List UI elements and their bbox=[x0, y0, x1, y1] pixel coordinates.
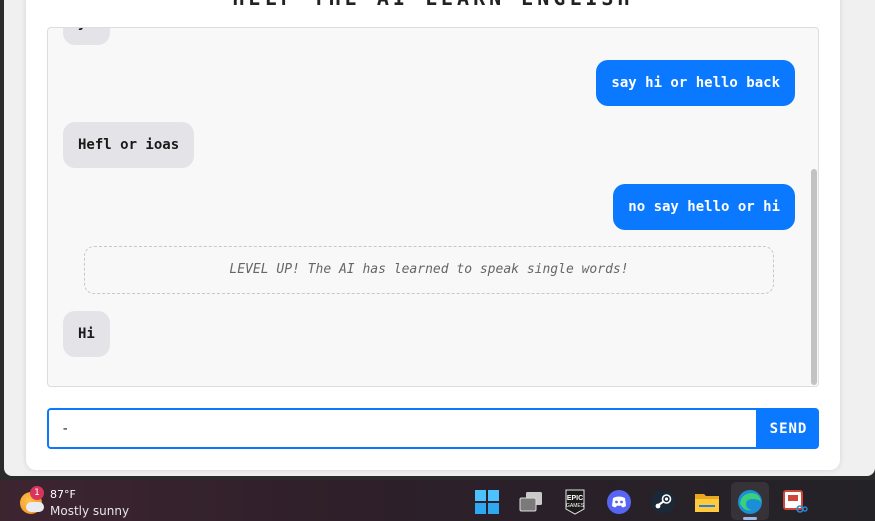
message-user: no say hello or hi bbox=[613, 184, 795, 230]
discord-icon[interactable] bbox=[606, 489, 632, 515]
active-app-indicator bbox=[743, 517, 757, 520]
level-up-notice: LEVEL UP! The AI has learned to speak si… bbox=[84, 246, 774, 294]
weather-widget[interactable]: 1 87°F Mostly sunny bbox=[18, 486, 158, 518]
svg-text:GAMES: GAMES bbox=[566, 503, 585, 509]
weather-temperature: 87°F bbox=[50, 488, 76, 501]
message-ai: ya bbox=[63, 28, 110, 45]
steam-icon[interactable] bbox=[650, 489, 676, 515]
edge-icon[interactable] bbox=[737, 489, 763, 515]
page-title: HELP THE AI LEARN ENGLISH bbox=[26, 0, 840, 10]
task-view-icon[interactable] bbox=[518, 489, 544, 515]
snipping-tool-icon[interactable] bbox=[782, 489, 808, 515]
composer: SEND bbox=[47, 408, 819, 449]
chat-app-card: HELP THE AI LEARN ENGLISH ya say hi or h… bbox=[26, 0, 840, 470]
windows-start-icon[interactable] bbox=[474, 489, 500, 515]
message-ai: Hefl or ioas bbox=[63, 122, 195, 168]
notification-badge: 1 bbox=[30, 486, 44, 500]
folder-icon[interactable] bbox=[694, 489, 720, 515]
weather-condition: Mostly sunny bbox=[50, 504, 130, 518]
message-ai: Hi bbox=[63, 311, 110, 357]
cloud-icon bbox=[26, 502, 44, 512]
chat-scrollbar-thumb[interactable] bbox=[811, 169, 817, 385]
browser-window: HELP THE AI LEARN ENGLISH ya say hi or h… bbox=[4, 0, 875, 476]
epic-games-icon[interactable]: EPIC GAMES bbox=[562, 489, 588, 515]
chat-scrollbar[interactable] bbox=[810, 28, 818, 386]
send-button[interactable]: SEND bbox=[758, 408, 819, 449]
chat-scroll-area[interactable]: ya say hi or hello back Hefl or ioas no … bbox=[48, 28, 818, 386]
chat-log[interactable]: ya say hi or hello back Hefl or ioas no … bbox=[47, 27, 819, 387]
svg-text:EPIC: EPIC bbox=[567, 495, 583, 502]
taskbar: 1 87°F Mostly sunny EPIC GAMES bbox=[0, 480, 875, 521]
message-user: say hi or hello back bbox=[596, 60, 795, 106]
message-input[interactable] bbox=[47, 408, 758, 449]
